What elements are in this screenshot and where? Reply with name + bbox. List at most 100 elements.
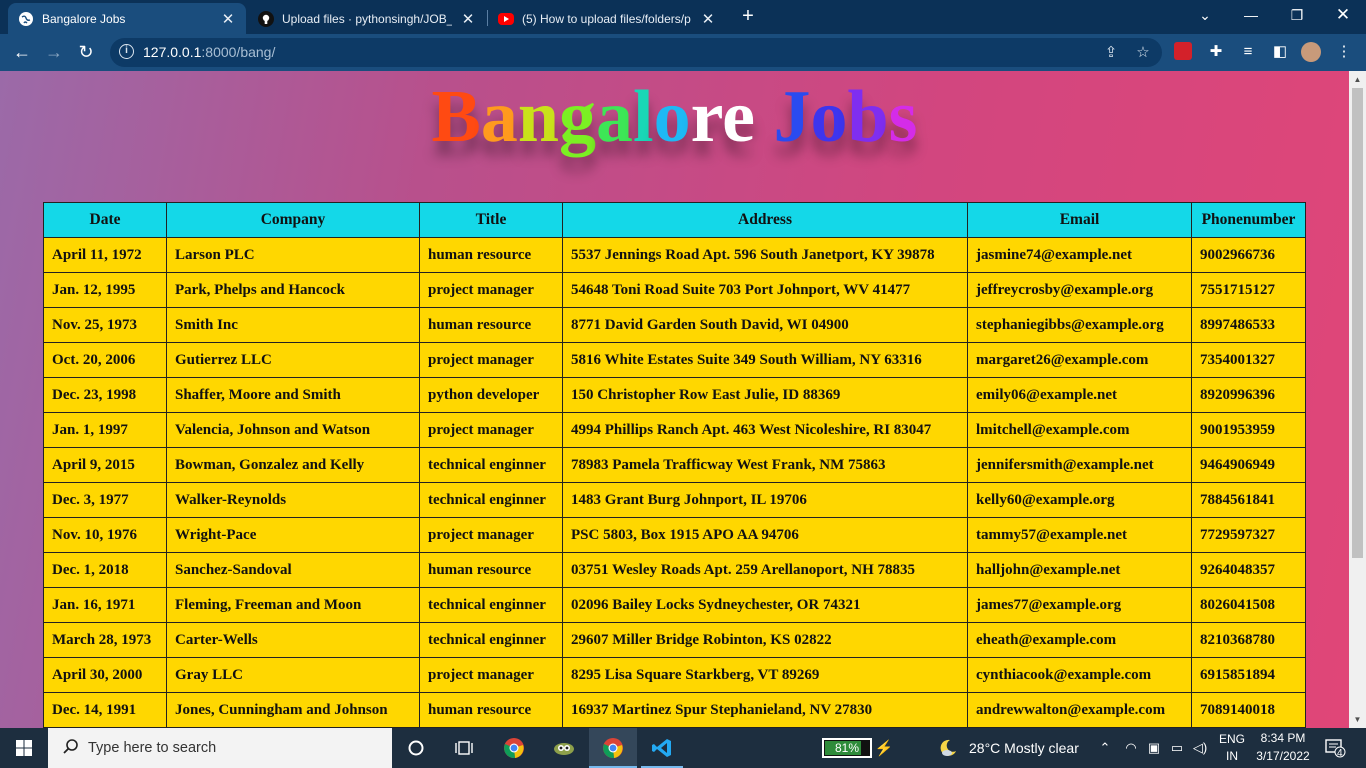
cortana-circle-icon[interactable] — [396, 734, 436, 762]
windows-logo-icon — [16, 740, 32, 756]
cell-date: Jan. 16, 1971 — [43, 587, 167, 623]
wifi-icon[interactable]: ◠ — [1120, 734, 1142, 762]
cell-address: 4994 Phillips Ranch Apt. 463 West Nicole… — [562, 412, 968, 448]
cell-company: Fleming, Freeman and Moon — [166, 587, 420, 623]
cell-phonenumber: 9002966736 — [1191, 237, 1306, 273]
cell-address: 29607 Miller Bridge Robinton, KS 02822 — [562, 622, 968, 658]
cell-email: lmitchell@example.com — [967, 412, 1192, 448]
address-bar[interactable]: i 127.0.0.1:8000/bang/ ⇪ ☆ — [110, 38, 1162, 67]
chrome-active-taskbar-icon[interactable] — [593, 734, 633, 762]
share-icon[interactable]: ⇪ — [1102, 44, 1120, 62]
cell-phonenumber: 9001953959 — [1191, 412, 1306, 448]
cell-date: Jan. 12, 1995 — [43, 272, 167, 308]
cell-phonenumber: 9264048357 — [1191, 552, 1306, 588]
scroll-up-arrow-icon[interactable]: ▲ — [1349, 71, 1366, 88]
tab-bangalore-jobs[interactable]: Bangalore Jobs ✕ — [8, 3, 246, 34]
cell-phonenumber: 6915851894 — [1191, 657, 1306, 693]
tab-github-upload[interactable]: Upload files · pythonsingh/JOB_P ✕ — [248, 3, 486, 34]
extensions-puzzle-icon[interactable]: ✚ — [1206, 42, 1226, 62]
cell-email: margaret26@example.com — [967, 342, 1192, 378]
close-icon[interactable]: ✕ — [460, 10, 476, 28]
clock-date[interactable]: 3/17/2022 — [1254, 749, 1312, 763]
phone-link-icon[interactable]: ▣ — [1143, 734, 1165, 762]
tab-youtube[interactable]: (5) How to upload files/folders/p ✕ — [488, 3, 726, 34]
task-view-icon[interactable] — [444, 734, 484, 762]
title-letter: a — [480, 76, 518, 158]
windows-taskbar: Type here to search 81% ⚡ 28°C Mostly cl… — [0, 728, 1366, 768]
vscode-taskbar-icon[interactable] — [642, 734, 682, 762]
table-row: Jan. 1, 1997 Valencia, Johnson and Watson… — [43, 412, 1306, 448]
minimize-button[interactable]: — — [1228, 0, 1274, 32]
reload-button[interactable]: ↻ — [72, 39, 100, 67]
close-icon[interactable]: ✕ — [700, 10, 716, 28]
site-info-icon[interactable]: i — [119, 44, 134, 59]
close-icon[interactable]: ✕ — [220, 10, 236, 28]
header-phonenumber: Phonenumber — [1191, 202, 1306, 238]
cell-email: andrewwalton@example.com — [967, 692, 1192, 728]
notification-center-icon[interactable] — [1318, 734, 1352, 762]
cell-company: Park, Phelps and Hancock — [166, 272, 420, 308]
cell-company: Walker-Reynolds — [166, 482, 420, 518]
windows-start-button[interactable] — [0, 728, 48, 768]
battery-percent: 81% — [834, 741, 860, 755]
cell-title: technical enginner — [419, 482, 563, 518]
cell-company: Sanchez-Sandoval — [166, 552, 420, 588]
back-button[interactable]: ← — [8, 39, 36, 67]
taskbar-search-box[interactable]: Type here to search — [48, 728, 392, 768]
tab-title: (5) How to upload files/folders/p — [522, 11, 691, 26]
cell-date: Jan. 1, 1997 — [43, 412, 167, 448]
cell-date: Dec. 23, 1998 — [43, 377, 167, 413]
side-panel-icon[interactable]: ◧ — [1270, 42, 1290, 62]
app-taskbar-icon[interactable] — [544, 734, 584, 762]
new-tab-button[interactable]: + — [736, 5, 760, 29]
table-row: Nov. 25, 1973 Smith Inc human resource 8771… — [43, 307, 1306, 343]
restore-button[interactable]: ❐ — [1274, 0, 1320, 32]
cell-address: 54648 Toni Road Suite 703 Port Johnport,… — [562, 272, 968, 308]
cell-date: Nov. 25, 1973 — [43, 307, 167, 343]
cell-title: project manager — [419, 342, 563, 378]
media-queue-icon[interactable]: ≡ — [1238, 42, 1258, 62]
cell-date: Dec. 3, 1977 — [43, 482, 167, 518]
header-address: Address — [562, 202, 968, 238]
chevron-up-icon[interactable]: ⌃ — [1094, 734, 1116, 762]
tab-title: Bangalore Jobs — [42, 11, 126, 26]
table-row: Jan. 12, 1995 Park, Phelps and Hancock pro… — [43, 272, 1306, 308]
cell-title: technical enginner — [419, 587, 563, 623]
battery-tray-icon[interactable]: ▭ — [1166, 734, 1188, 762]
profile-avatar[interactable] — [1301, 42, 1321, 62]
volume-icon[interactable]: ◁) — [1189, 734, 1211, 762]
cell-company: Carter-Wells — [166, 622, 420, 658]
url-text[interactable]: 127.0.0.1:8000/bang/ — [143, 44, 275, 60]
cell-email: jasmine74@example.net — [967, 237, 1192, 273]
extension-red-icon[interactable] — [1174, 42, 1192, 60]
cell-title: technical enginner — [419, 447, 563, 483]
battery-indicator[interactable]: 81% — [822, 738, 872, 758]
cell-phonenumber: 7729597327 — [1191, 517, 1306, 553]
language-bottom[interactable]: IN — [1226, 749, 1238, 763]
cell-company: Gray LLC — [166, 657, 420, 693]
bookmark-star-icon[interactable]: ☆ — [1134, 44, 1152, 62]
title-letter: s — [888, 76, 918, 158]
cell-date: April 30, 2000 — [43, 657, 167, 693]
language-top[interactable]: ENG — [1219, 732, 1245, 746]
tab-search-chevron-icon[interactable]: ⌄ — [1182, 0, 1228, 32]
cell-phonenumber: 7089140018 — [1191, 692, 1306, 728]
cell-title: project manager — [419, 272, 563, 308]
cell-email: tammy57@example.net — [967, 517, 1192, 553]
table-row: April 30, 2000 Gray LLC project manager 829… — [43, 657, 1306, 693]
globe-icon — [18, 11, 34, 27]
scrollbar-thumb[interactable] — [1352, 88, 1363, 558]
scroll-down-arrow-icon[interactable]: ▼ — [1349, 711, 1366, 728]
close-window-button[interactable]: ✕ — [1320, 0, 1366, 32]
cell-email: kelly60@example.org — [967, 482, 1192, 518]
cell-address: 5816 White Estates Suite 349 South Willi… — [562, 342, 968, 378]
title-letter: l — [633, 76, 654, 158]
title-letter: a — [596, 76, 634, 158]
forward-button[interactable]: → — [40, 39, 68, 67]
weather-moon-icon[interactable] — [930, 734, 966, 762]
weather-text[interactable]: 28°C Mostly clear — [969, 740, 1079, 756]
menu-kebab-icon[interactable]: ⋮ — [1334, 42, 1354, 62]
clock-time[interactable]: 8:34 PM — [1260, 731, 1306, 745]
chrome-taskbar-icon[interactable] — [494, 734, 534, 762]
cell-phonenumber: 8026041508 — [1191, 587, 1306, 623]
